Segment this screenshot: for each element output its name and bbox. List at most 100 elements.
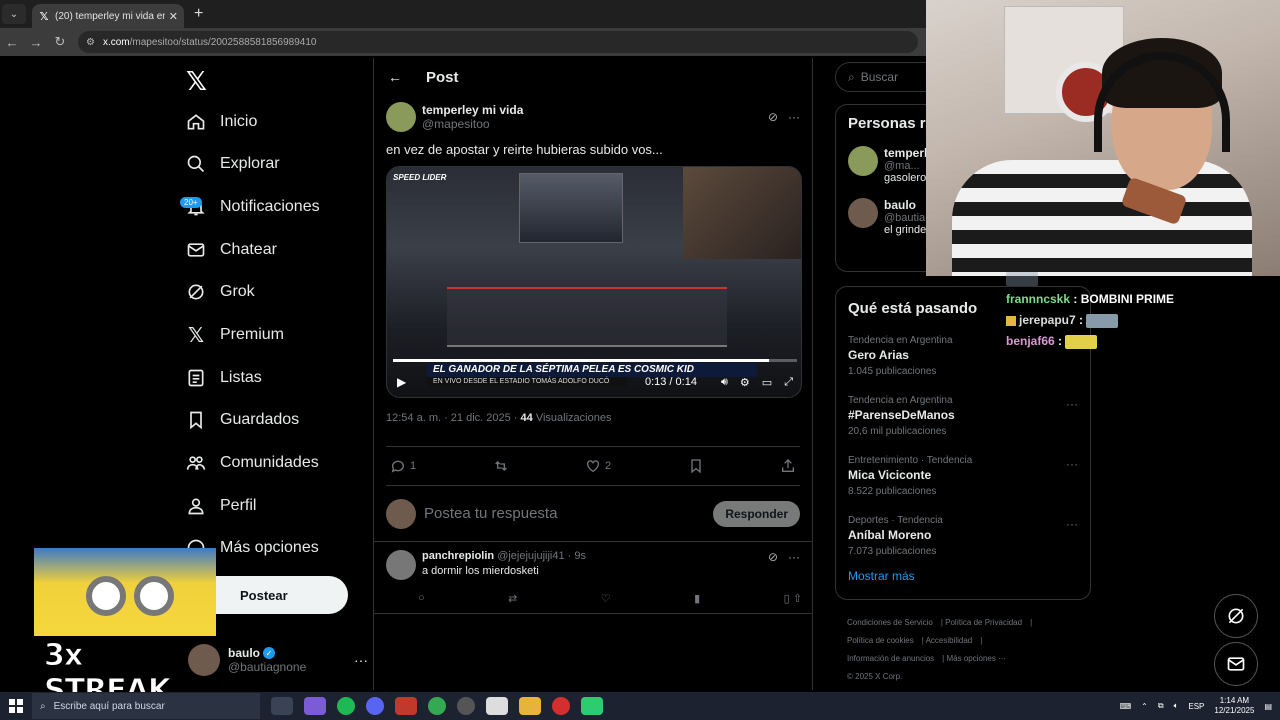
more-dots-icon[interactable]: ···	[1066, 457, 1078, 471]
url-path: /mapesitoo/status/2002588581856989410	[129, 36, 317, 48]
forward-icon[interactable]: →	[24, 35, 48, 50]
clock[interactable]: 1:14 AM 12/21/2025	[1214, 696, 1254, 716]
discord-icon[interactable]	[366, 697, 384, 715]
reply-button[interactable]: 1	[390, 458, 416, 474]
chat-user: frannncskk	[1006, 292, 1071, 306]
x-logo-icon[interactable]: 𝕏	[186, 66, 207, 97]
tweet-meta: 12:54 a. m. · 21 dic. 2025 · 44 Visualiz…	[386, 412, 800, 432]
sidebar-item-notificaciones[interactable]: 20+ Notificaciones	[180, 187, 320, 227]
sidebar-item-grok[interactable]: Grok	[184, 272, 255, 312]
video-player[interactable]: SPEED LIDER EL GANADOR DE LA SÉPTIMA PEL…	[386, 166, 802, 398]
fullscreen-icon[interactable]: ⤢	[784, 376, 793, 389]
trend-item[interactable]: Tendencia en Argentina #ParenseDeManos 2…	[848, 383, 1078, 443]
sidebar-item-explorar[interactable]: Explorar	[184, 144, 280, 184]
reply-submit-button[interactable]: Responder	[713, 500, 800, 527]
settings-icon[interactable]: ⚙	[740, 376, 750, 389]
close-icon[interactable]: ✕	[169, 10, 178, 23]
mail-icon	[184, 238, 208, 262]
more-dots-icon[interactable]: ···	[788, 110, 800, 124]
footer-link[interactable]: Política de Privacidad	[945, 618, 1022, 627]
more-dots-icon[interactable]: ···	[788, 550, 800, 564]
copilot-icon[interactable]	[304, 697, 326, 715]
tab-search-button[interactable]: ⌄	[2, 4, 26, 24]
reload-icon[interactable]: ↻	[48, 34, 72, 50]
taskbar-search-input[interactable]: ⌕ Escribe aquí para buscar	[32, 693, 260, 719]
more-dots-icon[interactable]: ···	[354, 652, 368, 668]
keyboard-icon[interactable]: ⌨	[1120, 702, 1132, 711]
sidebar-item-guardados[interactable]: Guardados	[184, 400, 299, 440]
webcam-overlay	[926, 0, 1280, 276]
grok-icon[interactable]: ⊘	[768, 550, 778, 564]
system-tray: ⌨ ⌃ ⧉ 🔈︎ ESP 1:14 AM 12/21/2025 ▤	[1120, 696, 1280, 716]
share-button[interactable]	[780, 458, 796, 474]
sidebar-item-comunidades[interactable]: Comunidades	[184, 443, 319, 483]
show-more-link[interactable]: Mostrar más	[848, 569, 1078, 583]
sidebar-item-listas[interactable]: Listas	[184, 358, 262, 398]
chrome-icon[interactable]	[428, 697, 446, 715]
footer-link[interactable]: Condiciones de Servicio	[847, 618, 933, 627]
trend-name: #ParenseDeManos	[848, 408, 955, 422]
language-indicator[interactable]: ESP	[1188, 702, 1204, 711]
opera-icon[interactable]	[552, 697, 570, 715]
app-icon[interactable]	[457, 697, 475, 715]
sidebar-item-perfil[interactable]: Perfil	[184, 486, 256, 526]
avatar[interactable]	[386, 102, 416, 132]
back-icon[interactable]: ←	[0, 35, 24, 50]
reply-author-name[interactable]: panchrepiolin	[422, 550, 494, 562]
app-icon[interactable]	[486, 697, 508, 715]
trend-item[interactable]: Entretenimiento · Tendencia Mica Vicicon…	[848, 443, 1078, 503]
post-button[interactable]: Postear	[216, 576, 348, 614]
reply-icon[interactable]: ○	[418, 592, 425, 605]
sidebar-item-inicio[interactable]: Inicio	[184, 102, 257, 142]
repost-icon[interactable]: ⇄	[508, 592, 517, 605]
sidebar-item-label: Explorar	[220, 155, 280, 172]
tweet-timestamp[interactable]: 12:54 a. m. · 21 dic. 2025 ·	[386, 412, 517, 424]
spotify-icon[interactable]	[337, 697, 355, 715]
back-arrow-icon[interactable]: ←	[388, 69, 414, 85]
like-button[interactable]: 2	[585, 458, 611, 474]
file-explorer-icon[interactable]	[519, 697, 541, 715]
footer-links: Condiciones de Servicio | Política de Pri…	[847, 618, 1033, 681]
bookmark-share-icons[interactable]: ▯ ⇧	[784, 592, 802, 605]
footer-link[interactable]: Más opciones ···	[946, 654, 1006, 663]
reply-input[interactable]: Postea tu respuesta	[424, 505, 713, 522]
site-info-icon[interactable]: ⚙	[86, 37, 95, 48]
avatar[interactable]	[386, 550, 416, 580]
task-view-icon[interactable]	[271, 697, 293, 715]
kick-icon[interactable]	[581, 697, 603, 715]
person-bio: el grinde	[884, 224, 927, 236]
footer-link[interactable]: Política de cookies	[847, 636, 914, 645]
sidebar-item-premium[interactable]: 𝕏 Premium	[184, 315, 284, 355]
footer-link[interactable]: Información de anuncios	[847, 654, 934, 663]
volume-icon[interactable]: 🔊︎	[721, 376, 728, 389]
browser-tab[interactable]: 𝕏 (20) temperley mi vida en X: "@ ✕	[32, 4, 184, 28]
repost-button[interactable]	[493, 458, 509, 474]
heart-icon[interactable]: ♡	[601, 592, 611, 605]
pip-icon[interactable]: ▭	[762, 376, 772, 389]
url-field[interactable]: ⚙ x.com /mapesitoo/status/20025885818569…	[78, 31, 918, 53]
app-icon[interactable]	[395, 697, 417, 715]
volume-icon[interactable]: 🔈︎	[1174, 701, 1179, 711]
footer-link[interactable]: Accesibilidad	[926, 636, 973, 645]
messages-fab-button[interactable]	[1214, 642, 1258, 686]
grok-icon[interactable]: ⊘	[768, 110, 778, 124]
trend-context: Deportes · Tendencia	[848, 515, 943, 526]
new-tab-button[interactable]: +	[194, 5, 203, 23]
windows-start-icon[interactable]	[0, 699, 32, 713]
notifications-icon[interactable]: ▤	[1264, 702, 1272, 711]
grok-fab-button[interactable]	[1214, 594, 1258, 638]
sidebar-item-chatear[interactable]: Chatear	[184, 230, 277, 270]
bookmark-button[interactable]	[688, 458, 704, 474]
tweet-author-name[interactable]: temperley mi vida	[422, 103, 768, 117]
more-dots-icon[interactable]: ···	[1066, 517, 1078, 531]
tweet: temperley mi vida @mapesitoo ⊘ ··· en ve…	[374, 96, 812, 486]
analytics-icon[interactable]: ▮	[694, 592, 700, 605]
network-icon[interactable]: ⧉	[1158, 701, 1164, 711]
video-progress-bar[interactable]	[393, 359, 797, 362]
more-dots-icon[interactable]: ···	[1066, 397, 1078, 411]
reply-item[interactable]: panchrepiolin @jejejujujiji41 · 9s a dor…	[374, 542, 812, 614]
trend-item[interactable]: Deportes · Tendencia Aníbal Moreno 7.073…	[848, 503, 1078, 563]
chevron-up-icon[interactable]: ⌃	[1141, 702, 1148, 711]
play-icon[interactable]: ▶	[397, 375, 406, 389]
tweet-author-handle[interactable]: @mapesitoo	[422, 117, 768, 131]
